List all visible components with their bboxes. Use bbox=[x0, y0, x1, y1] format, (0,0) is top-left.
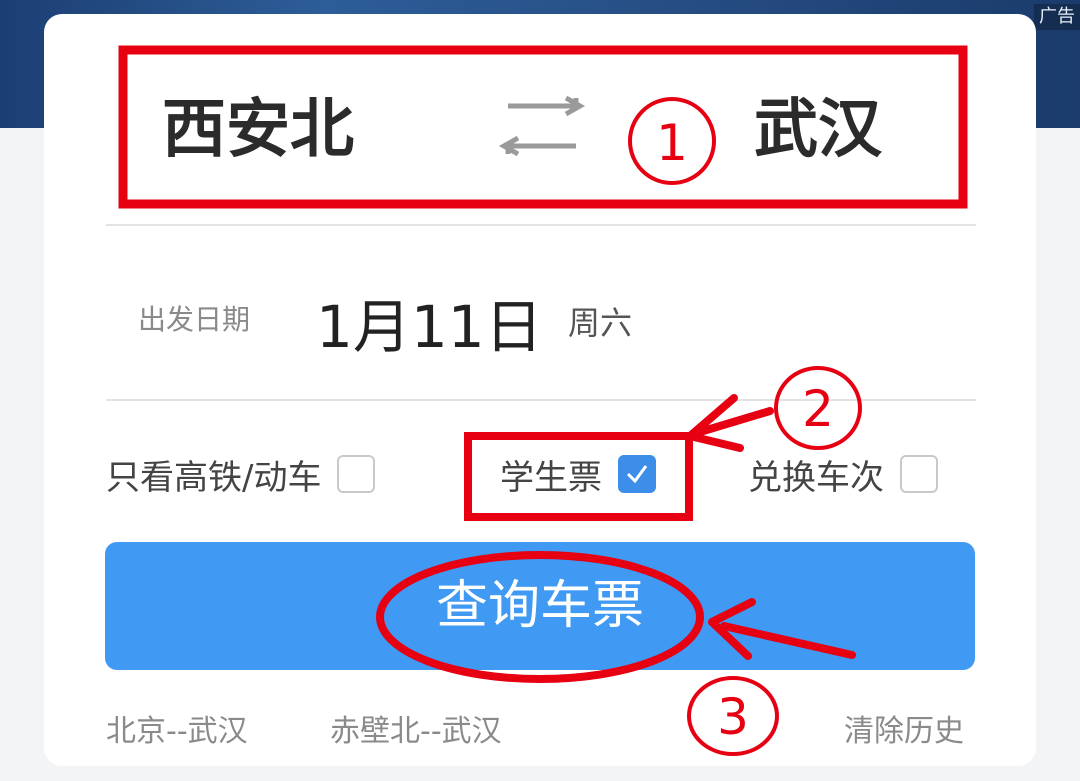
history-item[interactable]: 北京--武汉 bbox=[106, 706, 248, 750]
exchange-train-checkbox[interactable] bbox=[900, 455, 938, 493]
swap-stations-icon[interactable] bbox=[496, 96, 588, 156]
arrival-station[interactable]: 武汉 bbox=[754, 90, 882, 170]
divider bbox=[106, 224, 976, 226]
ad-label: 广告 bbox=[1034, 4, 1080, 30]
checkmark-icon bbox=[626, 465, 648, 484]
date-label: 出发日期 bbox=[138, 303, 251, 336]
route-selector: 西安北 武汉 bbox=[44, 14, 1036, 224]
exchange-train-label: 兑换车次 bbox=[748, 457, 884, 498]
departure-date[interactable]: 1月11日 bbox=[316, 280, 543, 364]
student-ticket-option[interactable]: 学生票 bbox=[500, 452, 656, 498]
high-speed-only-label: 只看高铁/动车 bbox=[106, 457, 322, 498]
ticket-search-card: 西安北 武汉 出发日期 1月11日 周六 只看高铁/动车 学生票 兑换车次 查询… bbox=[44, 14, 1036, 766]
high-speed-only-checkbox[interactable] bbox=[337, 455, 376, 493]
divider bbox=[106, 399, 976, 401]
student-ticket-label: 学生票 bbox=[500, 457, 602, 498]
departure-station[interactable]: 西安北 bbox=[162, 90, 354, 170]
search-tickets-button[interactable]: 查询车票 bbox=[105, 542, 975, 670]
date-selector[interactable]: 出发日期 1月11日 周六 bbox=[44, 240, 1036, 412]
student-ticket-checkbox[interactable] bbox=[618, 455, 656, 493]
high-speed-only-option[interactable]: 只看高铁/动车 bbox=[106, 452, 376, 498]
clear-history-link[interactable]: 清除历史 bbox=[844, 706, 964, 750]
history-item[interactable]: 赤壁北--武汉 bbox=[330, 706, 502, 750]
weekday: 周六 bbox=[568, 304, 633, 342]
exchange-train-option[interactable]: 兑换车次 bbox=[748, 452, 938, 498]
